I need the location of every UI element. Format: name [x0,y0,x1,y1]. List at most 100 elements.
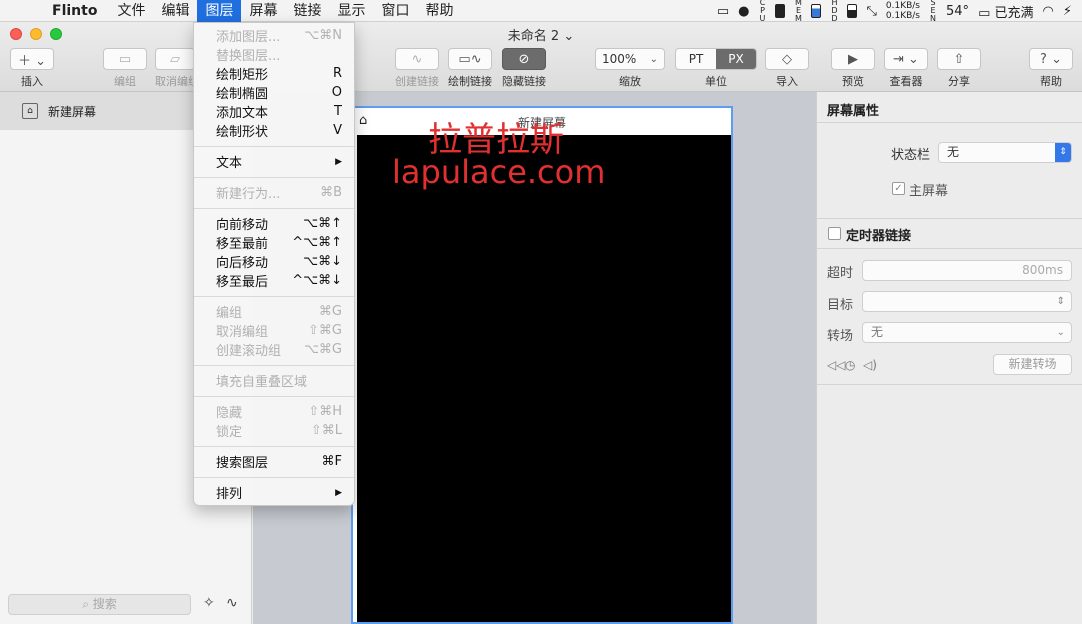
menu-item-shortcut: R [332,66,342,81]
menu-link[interactable]: 链接 [285,0,329,22]
menu-item-shortcut: ^⌥⌘↓ [292,273,342,288]
menu-bar: Flinto 文件 编辑 图层 屏幕 链接 显示 窗口 帮助 ▭ ● CPU M… [0,0,1082,23]
divider [817,248,1082,249]
preview-tool[interactable]: ▶ 预览 [831,48,875,89]
menu-item-group[interactable]: 编组 ⌘G [194,302,354,321]
timeout-input[interactable]: 800ms [862,260,1072,281]
menu-item-shortcut: ⌘G [318,304,342,319]
target-select[interactable]: ⇕ [862,291,1072,312]
menu-item-hide[interactable]: 隐藏 ⇧⌘H [194,402,354,421]
temperature-value[interactable]: 54° [946,4,969,19]
group-tool[interactable]: ▭ 编组 [103,48,147,89]
statusbar-select[interactable]: 无 ⇕ [938,142,1072,163]
menu-window[interactable]: 窗口 [373,0,417,22]
menu-item-lock[interactable]: 锁定 ⇧⌘L [194,421,354,440]
menu-item-arrange-submenu[interactable]: 排列 ▶ [194,483,354,502]
menu-help[interactable]: 帮助 [417,0,461,22]
plus-dropdown-icon[interactable]: ＋ ⌄ [10,48,54,70]
unit-pt-button[interactable]: PT [676,49,716,69]
net-down-value: 0.1KB/s [885,11,921,21]
battery-icon: ▭ [978,5,991,21]
hdd-indicator[interactable]: HDD [830,0,838,23]
menu-item-send-backward[interactable]: 向后移动 ⌥⌘↓ [194,252,354,271]
menu-item-scroll-group[interactable]: 创建滚动组 ⌥⌘G [194,340,354,359]
airplay-icon[interactable]: ▭ [717,4,729,19]
menu-view[interactable]: 显示 [329,0,373,22]
insert-tool[interactable]: ＋ ⌄ 插入 [10,48,54,89]
menu-layer[interactable]: 图层 [197,0,242,22]
menu-item-add-text[interactable]: 添加文本 T [194,102,354,121]
menu-item-replace-layer[interactable]: 替换图层... [194,45,354,64]
rewind-icon[interactable]: ◁◁ [827,358,845,372]
menu-item-draw-ellipse[interactable]: 绘制椭圆 O [194,83,354,102]
menu-separator [194,396,354,397]
menu-item-label: 编组 [216,306,243,321]
title-toolbar: 未命名 2 ⌄ ＋ ⌄ 插入 ▭ 编组 ▱ 取消编组 ∿ 创建链接 ▭∿ 绘制链… [0,22,1082,92]
menu-item-send-to-back[interactable]: 移至最后 ^⌥⌘↓ [194,271,354,290]
zoom-label: 缩放 [619,75,641,88]
artboard-content[interactable] [357,135,731,622]
home-screen-checkbox[interactable]: ✓ [892,182,905,195]
menu-item-label: 添加图层... [216,30,281,45]
network-speed[interactable]: 0.1KB/s 0.1KB/s [886,1,920,21]
menu-item-bring-forward[interactable]: 向前移动 ⌥⌘↑ [194,214,354,233]
battery-charging-icon[interactable]: ⚡ [1063,4,1072,19]
menu-item-shortcut: ⇧⌘H [308,404,342,419]
search-icon: ⌕ [82,597,89,611]
menu-app-name[interactable]: Flinto [46,0,109,22]
import-tool[interactable]: ◇ 导入 [765,48,809,89]
menu-item-fill-overlap[interactable]: 填充自重叠区域 [194,371,354,390]
transition-select[interactable]: 无 ⌄ [862,322,1072,343]
cpu-indicator[interactable]: CPU [758,0,766,23]
draw-link-tool[interactable]: ▭∿ 绘制链接 [448,48,492,89]
menu-separator [194,477,354,478]
menu-separator [194,177,354,178]
menu-item-text-submenu[interactable]: 文本 ▶ [194,152,354,171]
timer-icon[interactable]: ◷ [845,358,855,372]
menu-item-label: 移至最后 [216,275,269,290]
menu-item-label: 文本 [216,156,243,171]
menu-item-draw-rect[interactable]: 绘制矩形 R [194,64,354,83]
menu-file[interactable]: 文件 [109,0,153,22]
menu-item-shortcut: ⌥⌘G [303,342,342,357]
menu-edit[interactable]: 编辑 [153,0,197,22]
menu-item-shortcut: T [334,104,342,119]
transition-label: 转场 [827,329,854,344]
search-input[interactable]: ⌕ 搜索 [8,594,191,615]
create-link-label: 创建链接 [395,75,439,88]
menu-item-search-layers[interactable]: 搜索图层 ⌘F [194,452,354,471]
viewer-tool[interactable]: ⇥ ⌄ 查看器 [883,48,929,89]
mem-indicator[interactable]: MEM [794,0,802,23]
hide-link-tool[interactable]: ⊘ 隐藏链接 [501,48,547,89]
create-link-tool[interactable]: ∿ 创建链接 [395,48,439,89]
draw-link-label: 绘制链接 [448,75,492,88]
menu-item-bring-to-front[interactable]: 移至最前 ^⌥⌘↑ [194,233,354,252]
viewer-icon: ⇥ ⌄ [884,48,928,70]
menu-item-ungroup[interactable]: 取消编组 ⇧⌘G [194,321,354,340]
timer-link-title: 定时器链接 [846,229,912,244]
menu-item-label: 锁定 [216,425,243,440]
magic-wand-icon[interactable]: ✧ [203,595,215,611]
menu-screen[interactable]: 屏幕 [241,0,285,22]
help-tool[interactable]: ? ⌄ 帮助 [1029,48,1073,89]
sound-icon[interactable]: ◁) [863,358,877,372]
insert-label: 插入 [21,75,43,88]
link-path-icon[interactable]: ∿ [226,595,238,611]
menu-item-draw-shape[interactable]: 绘制形状 V [194,121,354,140]
zoom-chevron-icon: ⌄ [649,53,658,65]
menu-item-add-layer[interactable]: 添加图层... ⌥⌘N [194,26,354,45]
unit-px-button[interactable]: PX [716,49,756,69]
window-title[interactable]: 未命名 2 ⌄ [0,25,1082,44]
battery-status[interactable]: ▭ 已充满 [978,2,1033,21]
resize-icon[interactable]: ⤡ [866,4,876,19]
wifi-icon[interactable]: ◠ [1043,4,1054,19]
menu-item-new-behavior[interactable]: 新建行为... ⌘B [194,183,354,202]
ungroup-tool[interactable]: ▱ 取消编组 [155,48,199,89]
zoom-tool[interactable]: 100% ⌄ 缩放 [595,48,665,89]
menu-item-label: 绘制形状 [216,125,269,140]
qq-icon[interactable]: ● [738,4,749,19]
new-transition-button[interactable]: 新建转场 [993,354,1072,375]
zoom-select[interactable]: 100% ⌄ [595,48,665,70]
timer-link-checkbox[interactable] [828,227,841,240]
share-tool[interactable]: ⇧ 分享 [937,48,981,89]
